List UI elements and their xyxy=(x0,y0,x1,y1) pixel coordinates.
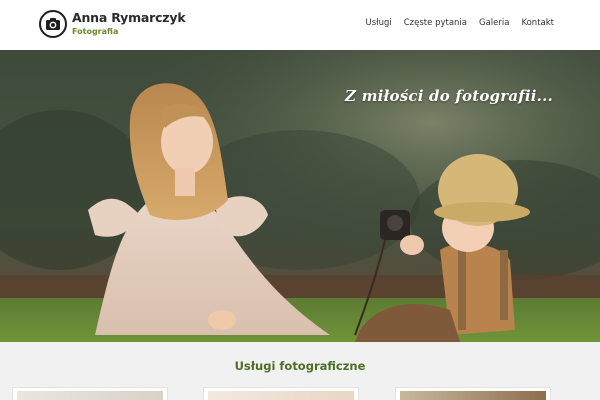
service-card-image xyxy=(400,391,546,400)
nav-item-uslugi[interactable]: Usługi xyxy=(366,18,392,28)
nav-item-contact[interactable]: Kontakt xyxy=(521,18,554,28)
brand-name: Anna Rymarczyk xyxy=(72,10,186,26)
services-section: Usługi fotograficzne xyxy=(0,342,600,400)
main-nav: Usługi Częste pytania Galeria Kontakt xyxy=(354,18,554,28)
service-card-2[interactable] xyxy=(203,387,359,400)
brand-subtitle: Fotografia xyxy=(72,26,119,36)
nav-item-gallery[interactable]: Galeria xyxy=(479,18,509,28)
service-card-image xyxy=(208,391,354,400)
service-card-1[interactable] xyxy=(12,387,168,400)
logo-text: Anna Rymarczyk Fotografia xyxy=(72,10,186,36)
services-title: Usługi fotograficzne xyxy=(234,359,366,373)
hero-banner: Z miłości do fotografii... xyxy=(0,50,600,342)
site-logo[interactable]: Anna Rymarczyk Fotografia xyxy=(39,10,186,38)
nav-item-faq[interactable]: Częste pytania xyxy=(404,18,467,28)
camera-icon xyxy=(39,10,67,38)
service-card-image xyxy=(17,391,163,400)
site-header: Anna Rymarczyk Fotografia Usługi Częste … xyxy=(0,0,600,50)
service-card-3[interactable] xyxy=(395,387,551,400)
hero-tagline: Z miłości do fotografii... xyxy=(345,87,553,105)
